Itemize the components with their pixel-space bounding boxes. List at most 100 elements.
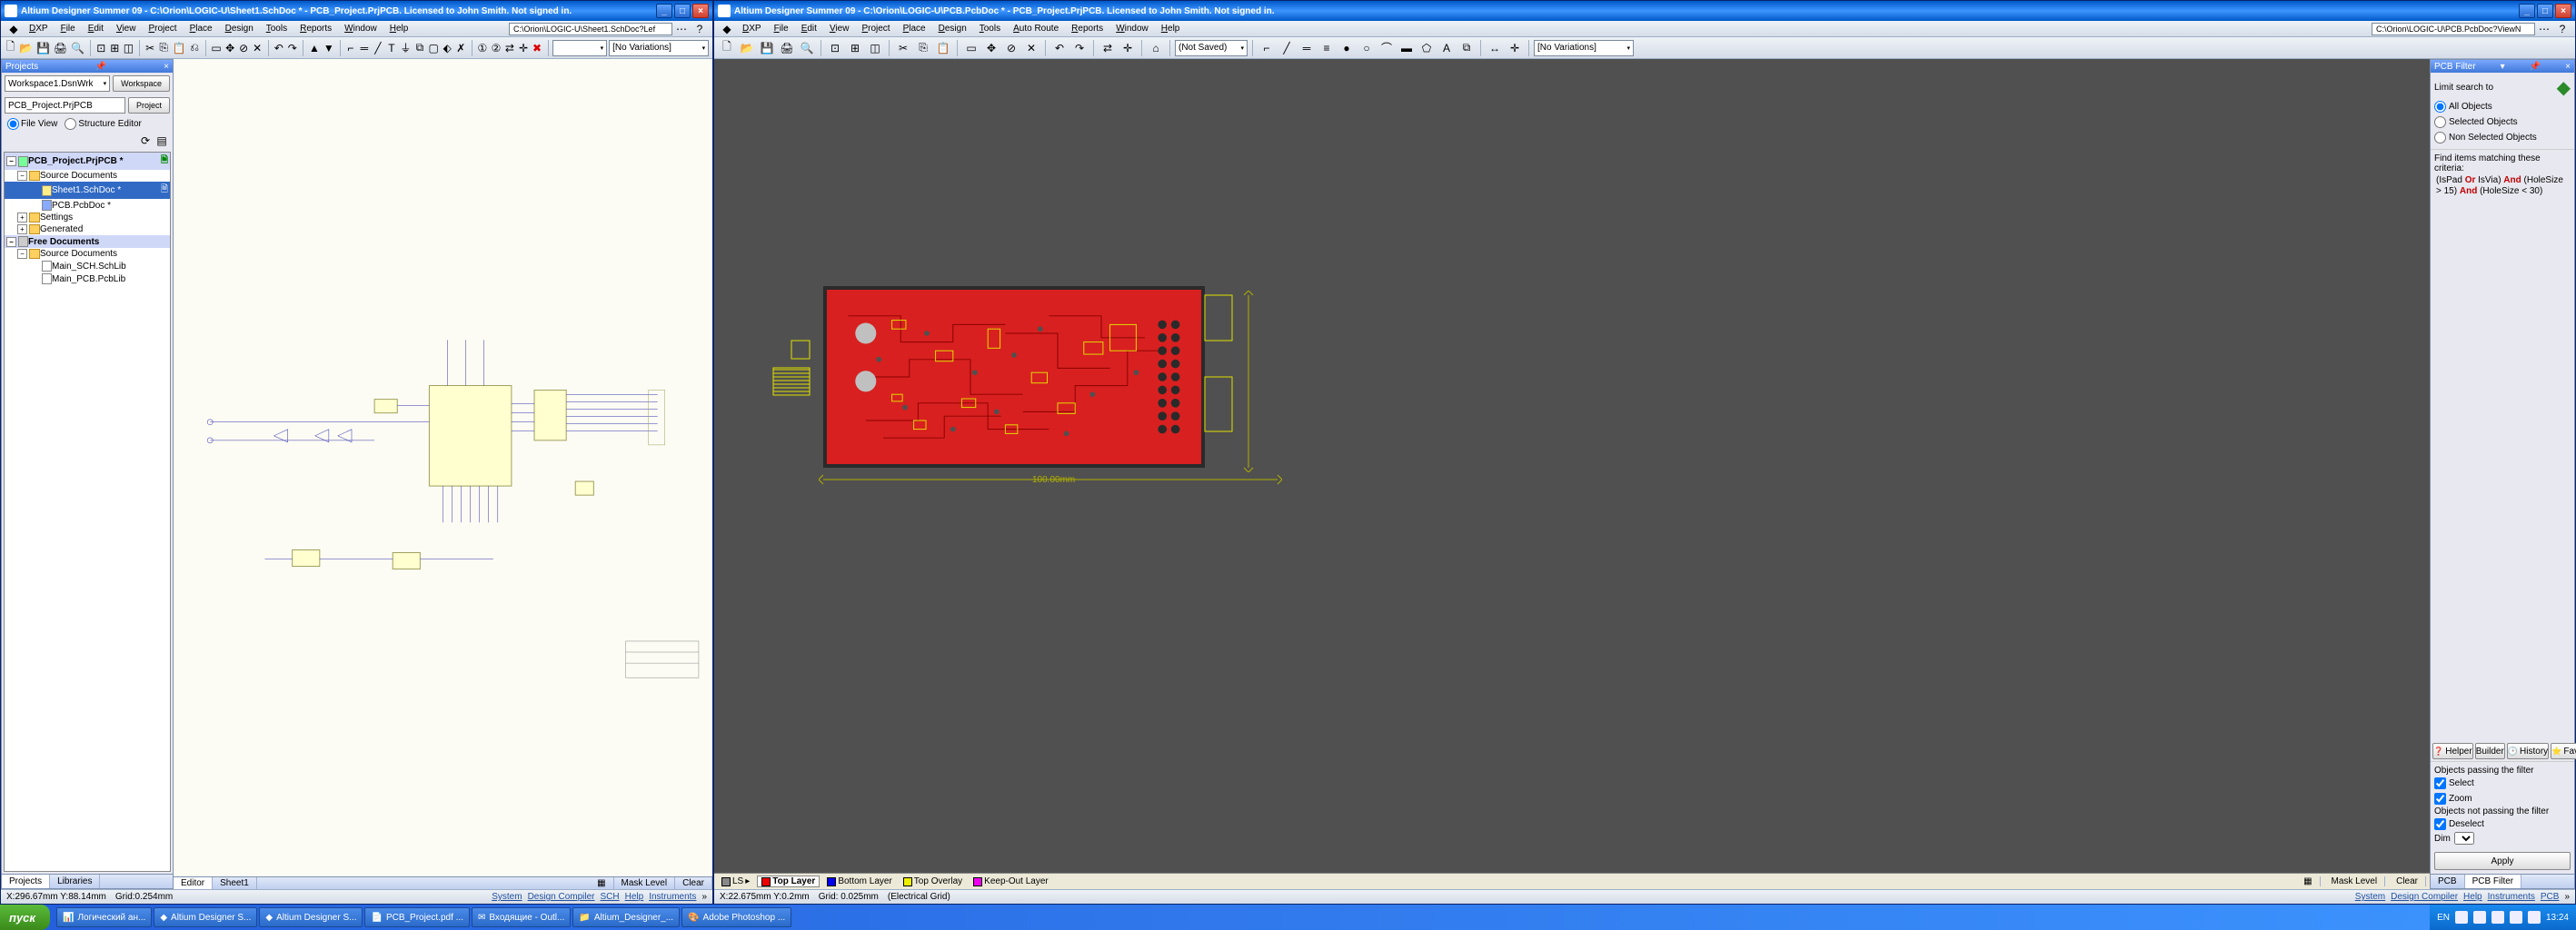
open-button[interactable]: 📂 xyxy=(738,39,756,57)
component-button[interactable]: ⧉ xyxy=(1457,39,1476,57)
move-button[interactable]: ✥ xyxy=(982,39,1000,57)
hierarchy-up-button[interactable]: ▲ xyxy=(308,39,321,57)
power-port-button[interactable]: ⏚ xyxy=(399,39,412,57)
status-link-dc[interactable]: Design Compiler xyxy=(2391,892,2458,902)
tree-pcblib[interactable]: Main_PCB.PcbLib xyxy=(5,272,170,285)
arc-button[interactable]: ⌒ xyxy=(1378,39,1396,57)
menu-project[interactable]: Project xyxy=(855,21,896,36)
via-button[interactable]: ○ xyxy=(1358,39,1376,57)
task-item-1[interactable]: 📊Логический ан... xyxy=(56,907,152,927)
tab-pcb[interactable]: PCB xyxy=(2431,875,2465,888)
preview-button[interactable]: 🔍 xyxy=(70,39,85,57)
docpath-help-button[interactable]: ? xyxy=(2553,20,2571,38)
maximize-button[interactable]: □ xyxy=(2537,4,2553,18)
task-item-6[interactable]: 📁Altium_Designer_... xyxy=(572,907,680,927)
menu-tools[interactable]: Tools xyxy=(260,21,293,36)
schematic-canvas[interactable] xyxy=(174,59,712,876)
task-item-3[interactable]: ◆Altium Designer S... xyxy=(259,907,363,927)
editor-tab-editor[interactable]: Editor xyxy=(174,877,213,889)
tray-icon[interactable] xyxy=(2455,911,2468,924)
menu-place[interactable]: Place xyxy=(897,21,932,36)
menu-view[interactable]: View xyxy=(823,21,856,36)
filter-zoom-check[interactable]: Zoom xyxy=(2434,791,2571,806)
tree-free-source[interactable]: − Source Documents xyxy=(5,248,170,260)
variations-combo[interactable]: [No Variations]▾ xyxy=(609,40,709,56)
status-link-system[interactable]: System xyxy=(492,892,522,902)
task-item-2[interactable]: ◆Altium Designer S... xyxy=(154,907,257,927)
filter-tab-builder[interactable]: Builder xyxy=(2475,743,2505,759)
filter-select-check[interactable]: Select xyxy=(2434,776,2571,791)
filter-all-radio[interactable]: All Objects xyxy=(2434,99,2571,114)
menu-dxp[interactable]: DXP xyxy=(23,21,55,36)
move-button[interactable]: ✥ xyxy=(224,39,236,57)
select-button[interactable]: ▭ xyxy=(210,39,222,57)
status-link-system[interactable]: System xyxy=(2355,892,2385,902)
filter-tab-history[interactable]: 🕒History xyxy=(2507,743,2549,759)
deselect-button[interactable]: ⊘ xyxy=(238,39,250,57)
status-arrows-icon[interactable]: » xyxy=(2564,892,2570,902)
system-tray[interactable]: EN 13:24 xyxy=(2430,905,2576,930)
new-button[interactable]: 🗋 xyxy=(718,39,736,57)
menu-tools[interactable]: Tools xyxy=(973,21,1007,36)
close-button[interactable]: × xyxy=(692,4,709,18)
task-item-5[interactable]: ✉Входящие - Outl... xyxy=(472,907,571,927)
cross-probe-button[interactable]: ✛ xyxy=(1119,39,1137,57)
tree-refresh-button[interactable]: ⟳ xyxy=(138,134,153,148)
port-button[interactable]: ⬖ xyxy=(442,39,453,57)
diff-pair-button[interactable]: ═ xyxy=(1298,39,1316,57)
status-masklevel[interactable]: Mask Level xyxy=(614,877,676,889)
panel-close-icon[interactable]: × xyxy=(2565,62,2571,72)
filter-selected-radio[interactable]: Selected Objects xyxy=(2434,114,2571,130)
menu-reports[interactable]: Reports xyxy=(1065,21,1109,36)
file-view-radio[interactable]: File View xyxy=(7,118,57,130)
open-button[interactable]: 📂 xyxy=(18,39,34,57)
tray-lang[interactable]: EN xyxy=(2437,913,2450,923)
zoom-fit-button[interactable]: ⊡ xyxy=(95,39,107,57)
status-masklevel-pcb[interactable]: Mask Level xyxy=(2324,876,2386,886)
deselect-button[interactable]: ⊘ xyxy=(1002,39,1020,57)
document-path[interactable]: C:\Orion\LOGIC-U\Sheet1.SchDoc?Lef xyxy=(509,23,672,35)
interactive-route-button[interactable]: ╱ xyxy=(1278,39,1296,57)
tray-icon[interactable] xyxy=(2473,911,2486,924)
menu-edit[interactable]: Edit xyxy=(82,21,110,36)
multiroute-button[interactable]: ≡ xyxy=(1318,39,1336,57)
menu-file[interactable]: File xyxy=(768,21,795,36)
close-button[interactable]: × xyxy=(2555,4,2571,18)
tab-projects[interactable]: Projects xyxy=(2,875,50,888)
menu-reports[interactable]: Reports xyxy=(293,21,338,36)
wire-button[interactable]: ⌐ xyxy=(344,39,356,57)
zoom-select-button[interactable]: ◫ xyxy=(123,39,134,57)
bus-button[interactable]: ═ xyxy=(358,39,370,57)
cross-probe-button[interactable]: ✛ xyxy=(517,39,529,57)
altium-portal-button[interactable]: ⌂ xyxy=(1147,39,1165,57)
filter-deselect-check[interactable]: Deselect xyxy=(2434,816,2571,832)
filter-expression[interactable]: (IsPad Or IsVia) And (HoleSize > 15) And… xyxy=(2434,173,2571,199)
part-button[interactable]: ⧉ xyxy=(413,39,425,57)
tree-generated[interactable]: + Generated xyxy=(5,223,170,235)
tree-pcbdoc[interactable]: PCB.PcbDoc * xyxy=(5,199,170,212)
tab-pcbfilter[interactable]: PCB Filter xyxy=(2465,875,2522,888)
zoom-fit-button[interactable]: ⊡ xyxy=(826,39,844,57)
clear-filter-button[interactable]: ✕ xyxy=(1022,39,1040,57)
menu-file[interactable]: File xyxy=(55,21,82,36)
menu-autoroute[interactable]: Auto Route xyxy=(1007,21,1065,36)
string-button[interactable]: A xyxy=(1437,39,1456,57)
docpath-help-button[interactable]: ? xyxy=(691,20,709,38)
tray-clock[interactable]: 13:24 xyxy=(2546,913,2569,923)
layer-mask-icon[interactable]: ▦ xyxy=(2296,876,2320,886)
minimize-button[interactable]: _ xyxy=(656,4,672,18)
fill-button[interactable]: ▬ xyxy=(1397,39,1416,57)
select-button[interactable]: ▭ xyxy=(962,39,980,57)
layer-top[interactable]: Top Layer xyxy=(757,876,820,887)
status-link-dc[interactable]: Design Compiler xyxy=(528,892,595,902)
hierarchy-down-button[interactable]: ▼ xyxy=(323,39,335,57)
tree-sheet1[interactable]: Sheet1.SchDoc *🗎 xyxy=(5,182,170,199)
tree-options-button[interactable]: ▤ xyxy=(154,134,169,148)
paste-button[interactable]: 📋 xyxy=(934,39,952,57)
menu-design[interactable]: Design xyxy=(932,21,973,36)
delete-button[interactable]: ✖ xyxy=(531,39,542,57)
status-arrows-icon[interactable]: » xyxy=(701,892,707,902)
update-pcb-button[interactable]: ⇄ xyxy=(503,39,515,57)
menu-help[interactable]: Help xyxy=(1155,21,1187,36)
dimension-button[interactable]: ↔ xyxy=(1486,39,1504,57)
